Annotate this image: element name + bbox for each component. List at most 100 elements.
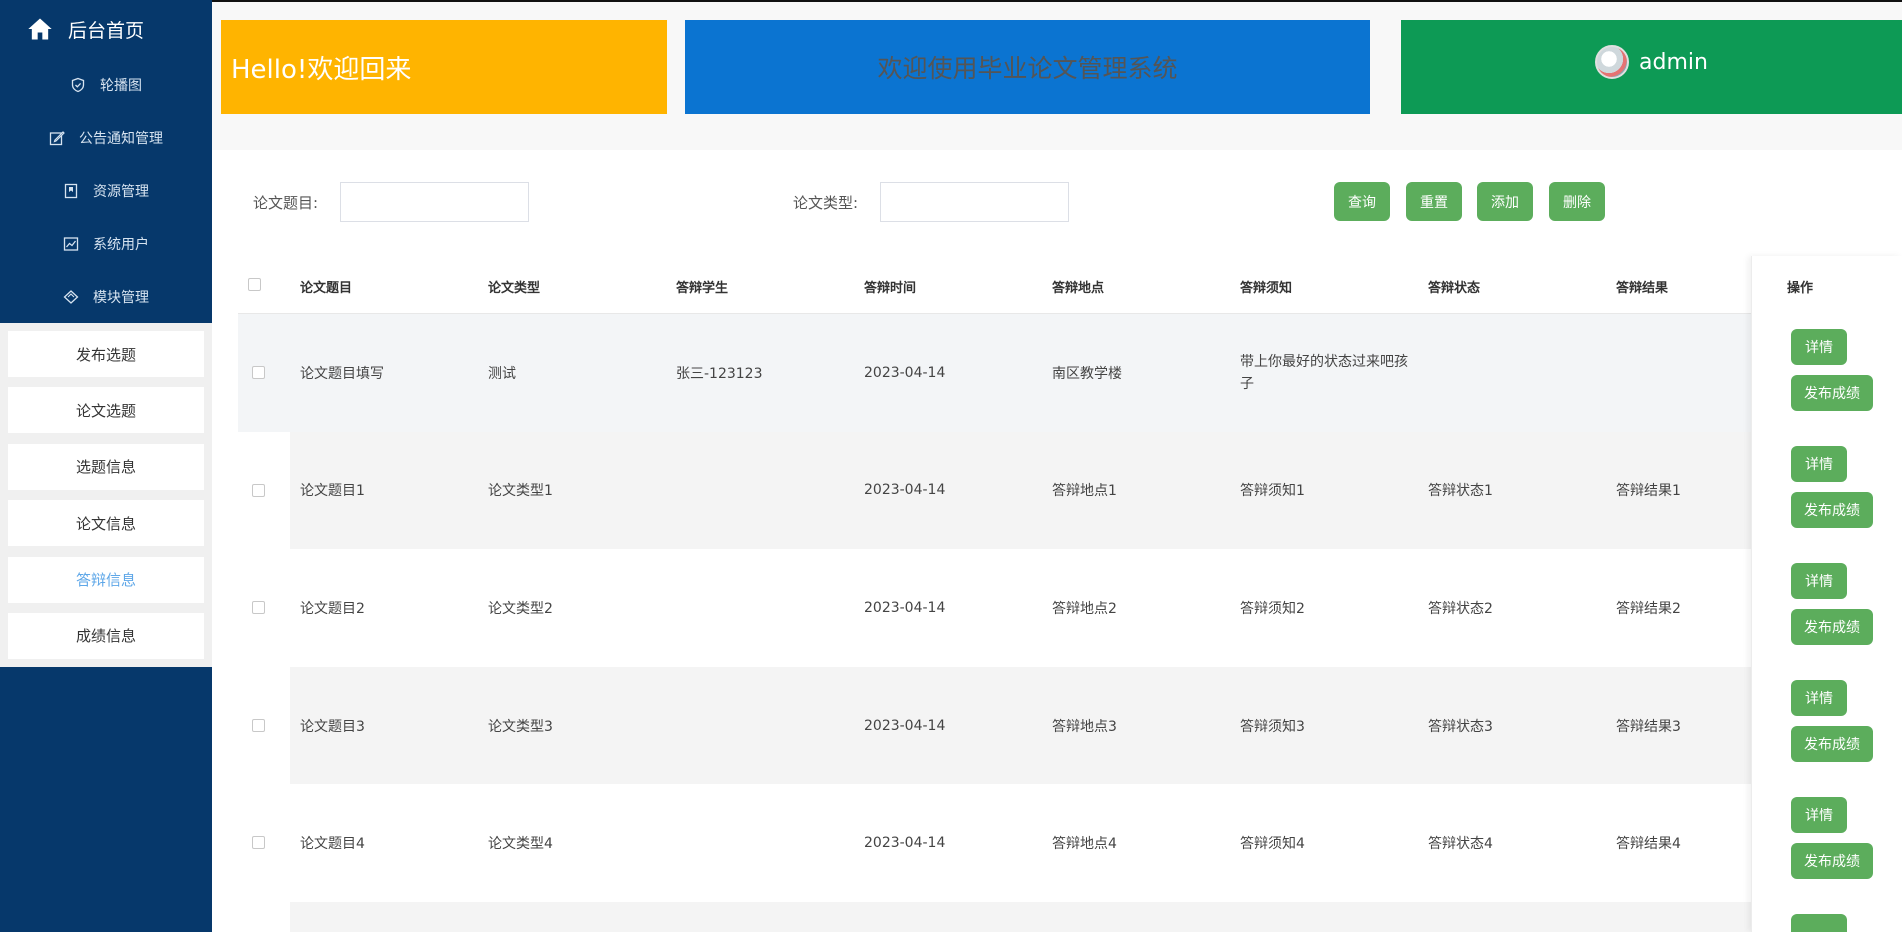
table-row[interactable]: 论文题目3 论文类型3 2023-04-14 答辩地点3 答辩须知3 答辩状态3… [238, 666, 1902, 785]
submenu-item-thesis-topic[interactable]: 论文选题 [8, 387, 204, 434]
add-button[interactable]: 添加 [1477, 182, 1533, 221]
sidebar-home[interactable]: 后台首页 [0, 0, 212, 58]
cell-time: 2023-04-14 [864, 717, 946, 734]
cell-type: 测试 [488, 365, 516, 382]
avatar [1595, 45, 1630, 79]
publish-score-button[interactable]: 发布成绩 [1791, 492, 1873, 528]
column-header-student: 答辩学生 [676, 281, 729, 296]
sidebar-item-label: 资源管理 [93, 183, 149, 200]
greeting-card: Hello!欢迎回来 [221, 20, 667, 114]
system-title: 欢迎使用毕业论文管理系统 [877, 54, 1178, 83]
sidebar-item-label: 公告通知管理 [79, 130, 163, 147]
sidebar: 后台首页 轮播图 公告通知管理 资源管理 系统用户 模块管理 发布选题 论文选题… [0, 0, 212, 932]
submenu-item-score-info[interactable]: 成绩信息 [8, 612, 204, 659]
submenu-item-defense-info[interactable]: 答辩信息 [8, 556, 204, 603]
diamond-icon [63, 289, 79, 304]
table-row[interactable]: 论文题目1 论文类型1 2023-04-14 答辩地点1 答辩须知1 答辩状态1… [238, 431, 1902, 550]
chart-icon [63, 236, 79, 251]
cell-place: 答辩地点4 [1052, 836, 1117, 853]
cell-status: 答辩状态1 [1428, 483, 1493, 500]
dashboard-cards: Hello!欢迎回来 欢迎使用毕业论文管理系统 admin [212, 2, 1902, 150]
cell-type: 论文类型4 [488, 836, 553, 853]
detail-button[interactable]: 详情 [1791, 563, 1847, 599]
cell-result: 答辩结果2 [1616, 600, 1681, 617]
cell-student: 张三-123123 [676, 365, 763, 382]
cell-notice: 带上你最好的状态过来吧孩子 [1240, 353, 1408, 392]
select-all-checkbox[interactable] [248, 278, 261, 291]
reset-button[interactable]: 重置 [1406, 182, 1462, 221]
column-header-notice: 答辩须知 [1240, 281, 1293, 296]
detail-button[interactable]: 详情 [1791, 446, 1847, 482]
cell-place: 答辩地点2 [1052, 600, 1117, 617]
column-header-actions: 操作 [1787, 281, 1814, 296]
publish-score-button[interactable]: 发布成绩 [1791, 843, 1873, 879]
cell-notice: 答辩须知3 [1240, 718, 1305, 735]
cell-time: 2023-04-14 [864, 482, 946, 499]
cell-result: 答辩结果1 [1616, 483, 1681, 500]
cell-status: 答辩状态4 [1428, 836, 1493, 853]
sidebar-item-label: 模块管理 [93, 289, 149, 306]
publish-score-button[interactable]: 发布成绩 [1791, 726, 1873, 762]
row-checkbox[interactable] [252, 601, 265, 615]
table-row[interactable]: 论文题目4 论文类型4 2023-04-14 答辩地点4 答辩须知4 答辩状态4… [238, 784, 1902, 902]
sidebar-item-users[interactable]: 系统用户 [0, 217, 212, 270]
cell-place: 答辩地点3 [1052, 718, 1117, 735]
cell-title: 论文题目3 [300, 718, 365, 735]
title-search-input[interactable] [340, 182, 529, 222]
publish-score-button[interactable]: 发布成绩 [1791, 609, 1873, 645]
delete-button[interactable]: 删除 [1549, 182, 1605, 221]
title-filter-label: 论文题目: [253, 194, 319, 212]
greeting-text: Hello!欢迎回来 [231, 54, 412, 85]
sidebar-item-modules[interactable]: 模块管理 [0, 270, 212, 323]
sidebar-item-notice[interactable]: 公告通知管理 [0, 111, 212, 164]
column-header-place: 答辩地点 [1052, 281, 1105, 296]
row-checkbox[interactable] [252, 483, 265, 497]
detail-button[interactable]: 详情 [1791, 797, 1847, 833]
edit-icon [49, 130, 65, 145]
cell-notice: 答辩须知4 [1240, 836, 1305, 853]
bookmark-icon [64, 183, 78, 198]
sidebar-submenu: 发布选题 论文选题 选题信息 论文信息 答辩信息 成绩信息 [0, 323, 212, 667]
username: admin [1639, 49, 1708, 75]
cell-type: 论文类型3 [488, 718, 553, 735]
cell-title: 论文题目1 [300, 483, 365, 500]
cell-time: 2023-04-14 [864, 599, 946, 616]
sidebar-item-label: 轮播图 [100, 77, 142, 94]
row-checkbox[interactable] [252, 366, 265, 379]
user-card[interactable]: admin [1401, 20, 1902, 114]
row-checkbox[interactable] [252, 836, 265, 850]
publish-score-button[interactable]: 发布成绩 [1791, 375, 1873, 411]
submenu-item-topic-info[interactable]: 选题信息 [8, 443, 204, 490]
table-row[interactable]: 论文题目填写 测试 张三-123123 2023-04-14 南区教学楼 带上你… [238, 314, 1902, 432]
table-row-partial [238, 901, 1902, 932]
sidebar-item-label: 系统用户 [93, 236, 149, 253]
column-header-type: 论文类型 [488, 281, 541, 296]
system-title-card: 欢迎使用毕业论文管理系统 [685, 20, 1370, 114]
detail-button[interactable]: 详情 [1791, 680, 1847, 716]
query-button[interactable]: 查询 [1334, 182, 1390, 221]
submenu-item-thesis-info[interactable]: 论文信息 [8, 500, 204, 547]
cell-status: 答辩状态2 [1428, 600, 1493, 617]
sidebar-item-resources[interactable]: 资源管理 [0, 164, 212, 217]
sidebar-home-label: 后台首页 [68, 19, 145, 42]
cell-result: 答辩结果4 [1616, 836, 1681, 853]
type-search-input[interactable] [880, 182, 1069, 222]
sidebar-item-carousel[interactable]: 轮播图 [0, 58, 212, 111]
search-bar: 论文题目: 论文类型: 查询 重置 添加 删除 [212, 150, 1902, 254]
column-header-title: 论文题目 [300, 281, 353, 296]
cell-notice: 答辩须知1 [1240, 483, 1305, 500]
main-content: Hello!欢迎回来 欢迎使用毕业论文管理系统 admin 论文题目: 论文类型… [212, 0, 1902, 932]
cell-notice: 答辩须知2 [1240, 600, 1305, 617]
submenu-item-publish-topic[interactable]: 发布选题 [8, 331, 204, 377]
column-header-result: 答辩结果 [1616, 281, 1669, 296]
detail-button-partial[interactable] [1791, 914, 1847, 932]
cell-time: 2023-04-14 [864, 835, 946, 852]
shield-icon [71, 77, 85, 92]
cell-status: 答辩状态3 [1428, 718, 1493, 735]
cell-result: 答辩结果3 [1616, 718, 1681, 735]
home-icon [28, 18, 52, 40]
table-row[interactable]: 论文题目2 论文类型2 2023-04-14 答辩地点2 答辩须知2 答辩状态2… [238, 549, 1902, 667]
detail-button[interactable]: 详情 [1791, 329, 1847, 365]
type-filter-label: 论文类型: [793, 194, 859, 212]
row-checkbox[interactable] [252, 718, 265, 732]
